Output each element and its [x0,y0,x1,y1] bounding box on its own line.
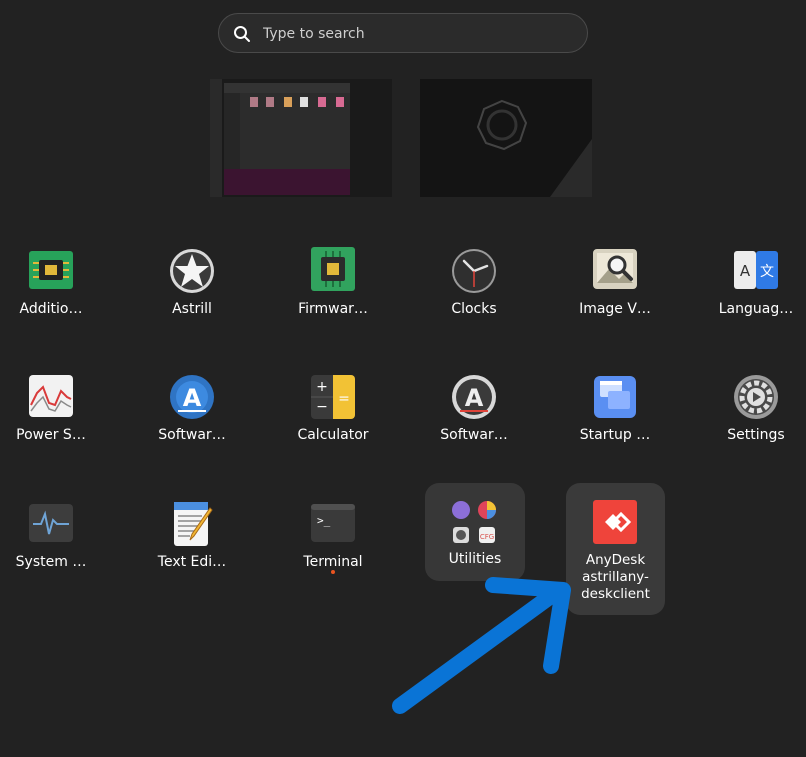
annotation-arrow [392,577,571,714]
